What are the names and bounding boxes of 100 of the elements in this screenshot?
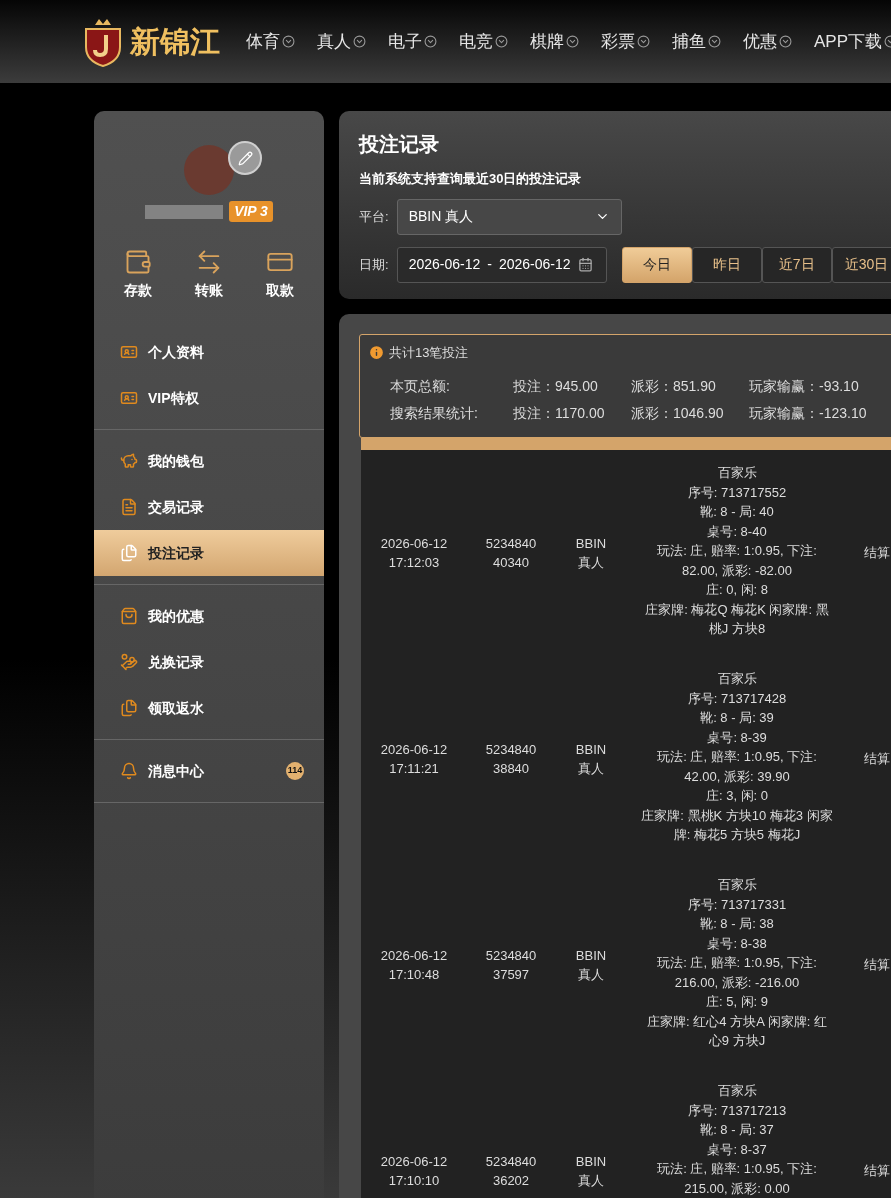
range-tab[interactable]: 近7日 [761, 246, 832, 283]
quick-action-button[interactable]: 存款 [123, 248, 152, 301]
id-card-icon [120, 389, 138, 407]
table-cell-text: 玩法: 庄, 赔率: 1:0.95, 下注: [657, 748, 817, 766]
table-cell-text: 庄家牌: 黑桃K 方块10 梅花3 闲家 [641, 806, 833, 825]
vip-badge: VIP 3 [229, 201, 273, 222]
summary-label: 本页总额: [390, 377, 451, 396]
table-cell-text: 5234840 [485, 534, 537, 553]
table-cell-text: 36202 [492, 1172, 530, 1190]
avatar-placeholder [184, 145, 234, 195]
documents-icon [120, 544, 138, 562]
quick-action-button[interactable]: 取款 [266, 248, 295, 301]
table-cell-text: 5234840 [485, 1152, 537, 1171]
table-cell-text: 215.00, 派彩: 0.00 [684, 1179, 790, 1198]
nav-link[interactable]: 体育 [246, 28, 295, 55]
table-cell-text: 桌号: 8-38 [707, 934, 767, 953]
nav-link[interactable]: 捕鱼 [672, 28, 721, 55]
field-label: 平台: [359, 207, 389, 226]
date-range-field[interactable]: 2026-06-12 - 2026-06-12 [396, 246, 607, 283]
nav-link[interactable]: APP下载 [814, 28, 891, 55]
table-cell-text: 真人 [578, 760, 604, 778]
brand-name: 新锦江 [130, 24, 220, 60]
table-cell-text: 心9 方块J [708, 1032, 766, 1050]
edit-icon [237, 150, 253, 166]
table-cell-text: 结算 [864, 750, 890, 769]
table-cell-text: 82.00, 派彩: -82.00 [682, 561, 792, 580]
table-cell-text: 百家乐 [717, 464, 757, 482]
page-title: 投注记录 [359, 132, 440, 157]
table-cell-text: 百家乐 [717, 876, 757, 894]
document-icon [120, 498, 138, 516]
table-cell-text: 玩法: 庄, 赔率: 1:0.95, 下注: [657, 542, 817, 560]
range-tab[interactable]: 近30日 [831, 246, 891, 283]
money-bag-icon [120, 653, 138, 671]
sidebar-item[interactable]: 个人资料 [94, 329, 324, 375]
range-tab[interactable]: 昨日 [691, 246, 762, 283]
bell-icon [120, 762, 138, 780]
chevron-circle-icon [566, 35, 579, 48]
table-cell-text: 桌号: 8-37 [707, 1140, 767, 1159]
table-cell-text: 2026-06-12 [380, 740, 448, 759]
sidebar-item[interactable]: 我的钱包 [94, 438, 324, 484]
table-cell-text: 庄: 3, 闲: 0 [705, 787, 769, 805]
table-cell-text: 2026-06-12 [380, 946, 448, 965]
table-cell-text: 结算 [864, 956, 890, 975]
id-card-icon [120, 343, 138, 361]
sidebar-item[interactable]: 我的优惠 [94, 593, 324, 639]
table-cell-text: 17:10:48 [388, 966, 440, 984]
payout-total: 派彩：851.90 [631, 377, 717, 396]
table-cell-text: 庄家牌: 红心4 方块A 闲家牌: 红 [647, 1012, 827, 1031]
nav-link[interactable]: 真人 [317, 28, 366, 55]
platform-select[interactable]: BBIN 真人 [396, 198, 622, 235]
table-cell-text: 桌号: 8-39 [707, 728, 767, 747]
table-cell-text: 序号: 713717552 [687, 483, 787, 502]
table-cell-text: BBIN [575, 1152, 607, 1171]
sidebar-item[interactable]: 兑换记录 [94, 639, 324, 685]
win-loss-total: 玩家输赢：-123.10 [749, 404, 868, 423]
table-cell-text: 靴: 8 - 局: 40 [700, 503, 774, 521]
sidebar-item[interactable]: 投注记录 [94, 530, 324, 576]
nav-link[interactable]: 彩票 [601, 28, 650, 55]
sidebar-item[interactable]: VIP特权 [94, 375, 324, 421]
chevron-circle-icon [282, 35, 295, 48]
calendar-icon [577, 257, 593, 272]
documents-icon [120, 699, 138, 717]
piggy-bank-icon [120, 452, 138, 470]
chevron-circle-icon [637, 35, 650, 48]
chevron-circle-icon [708, 35, 721, 48]
table-cell-text: 216.00, 派彩: -216.00 [674, 973, 800, 992]
table-cell-text: 真人 [578, 554, 604, 572]
table-cell-text: 2026-06-12 [380, 1152, 448, 1171]
sidebar-item[interactable]: 领取返水 [94, 685, 324, 731]
table-cell-text: 庄家牌: 梅花Q 梅花K 闲家牌: 黑 [645, 600, 829, 619]
table-cell-text: 靴: 8 - 局: 38 [700, 915, 774, 933]
sidebar-item[interactable]: 消息中心 114 [94, 748, 324, 794]
payout-total: 派彩：1046.90 [631, 404, 725, 423]
field-label: 日期: [359, 255, 389, 274]
nav-link[interactable]: 电子 [388, 28, 437, 55]
table-cell-text: 序号: 713717331 [687, 895, 787, 914]
nav-link[interactable]: 棋牌 [530, 28, 579, 55]
sidebar-item[interactable]: 交易记录 [94, 484, 324, 530]
edit-button[interactable] [228, 141, 262, 175]
chevron-circle-icon [353, 35, 366, 48]
quick-action-button[interactable]: 转账 [195, 248, 223, 301]
info-note: 当前系统支持查询最近30日的投注记录 [359, 170, 583, 188]
table-cell-text: 38840 [492, 760, 530, 778]
chevron-circle-icon [495, 35, 508, 48]
bet-total: 投注：945.00 [513, 377, 599, 396]
summary-title: 共计13笔投注 [389, 343, 469, 362]
table-cell-text: 真人 [578, 966, 604, 984]
table-cell-text: 百家乐 [717, 670, 757, 688]
table-cell-text: 序号: 713717213 [687, 1101, 787, 1120]
table-cell-text: 玩法: 庄, 赔率: 1:0.95, 下注: [657, 954, 817, 972]
info-icon [368, 343, 385, 361]
range-tab[interactable]: 今日 [621, 246, 692, 283]
table-cell-text: BBIN [575, 534, 607, 553]
table-cell-text: 37597 [492, 966, 530, 984]
table-cell-text: 17:12:03 [388, 554, 440, 572]
table-cell-text: 靴: 8 - 局: 39 [700, 709, 774, 727]
nav-link[interactable]: 优惠 [743, 28, 792, 55]
table-cell-text: BBIN [575, 740, 607, 759]
table-cell-text: 庄: 5, 闲: 9 [705, 993, 769, 1011]
nav-link[interactable]: 电竞 [459, 28, 508, 55]
